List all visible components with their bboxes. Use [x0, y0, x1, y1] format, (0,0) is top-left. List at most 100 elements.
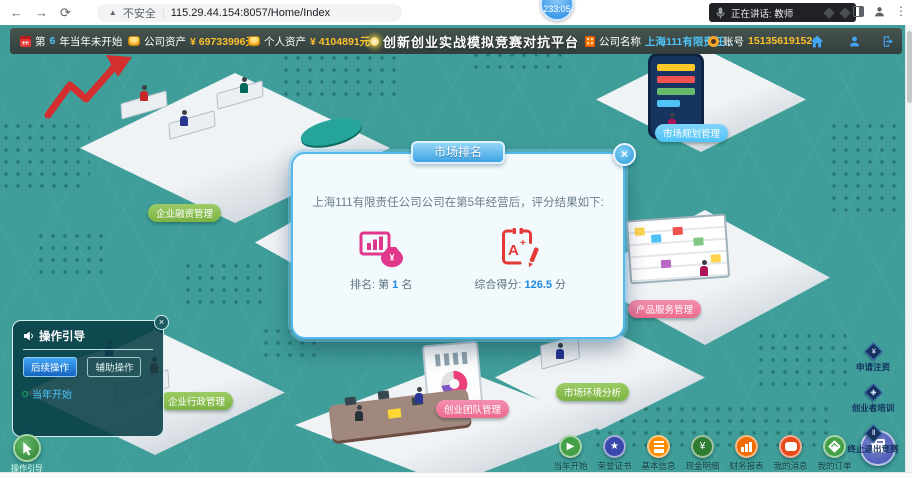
- building-icon: [585, 36, 595, 47]
- side-label: 终止退出竞赛: [847, 443, 898, 455]
- account-label: 账号: [723, 34, 744, 49]
- decor-person: [556, 343, 564, 359]
- guide-item-start-year[interactable]: 当年开始: [23, 386, 153, 401]
- dock-label: 当年开始: [553, 460, 587, 472]
- home-button[interactable]: [810, 28, 824, 54]
- decor-dots: [35, 230, 107, 276]
- not-secure-label: 不安全: [123, 5, 156, 21]
- forward-icon[interactable]: →: [35, 6, 48, 19]
- personal-asset-value: ¥ 4104891元: [310, 34, 370, 49]
- decor-person: [180, 110, 188, 126]
- tab-assist-actions[interactable]: 辅助操作: [87, 357, 141, 377]
- svg-text:¥: ¥: [390, 253, 395, 263]
- rank-chart-moneybag-icon: ¥: [358, 227, 404, 269]
- dock-label: 现金明细: [685, 460, 719, 472]
- svg-text:A: A: [508, 242, 519, 259]
- tag-icon: [823, 435, 846, 458]
- map-label-product-service[interactable]: 产品服务管理: [628, 300, 701, 318]
- map-label-financing[interactable]: 企业融资管理: [148, 204, 221, 222]
- map-label-market-analysis[interactable]: 市场环境分析: [556, 383, 629, 401]
- decor-person: [355, 405, 363, 421]
- exit-icon: ‖: [864, 424, 882, 442]
- guide-panel-title: 操作引导: [39, 328, 85, 344]
- guide-close-icon[interactable]: ×: [154, 315, 169, 330]
- cash-detail-button[interactable]: ¥ 现金明细: [684, 435, 721, 472]
- personal-asset: 个人资产 ¥ 4104891元: [248, 28, 370, 54]
- user-button[interactable]: [848, 28, 861, 54]
- dock-label: 基本信息: [641, 460, 675, 472]
- personal-asset-label: 个人资产: [264, 34, 306, 49]
- platform-title-group: 创新创业实战模拟竞赛对抗平台: [370, 28, 579, 54]
- year-number: 6: [50, 35, 56, 47]
- my-messages-button[interactable]: 我的消息: [772, 435, 809, 472]
- lightbulb-icon: [370, 37, 379, 46]
- decor-laptop: [378, 390, 390, 399]
- capital-icon: ¥: [864, 342, 882, 360]
- meeting-bar-icon[interactable]: [823, 7, 834, 18]
- decor-dots: [755, 330, 850, 390]
- vertical-scrollbar[interactable]: [905, 25, 912, 472]
- horizontal-scrollbar[interactable]: [0, 472, 912, 478]
- address-bar[interactable]: ▲ 不安全 | 115.29.44.154:8057/Home/Index: [97, 4, 402, 22]
- tab-followup-actions[interactable]: 后续操作: [23, 357, 77, 377]
- menu-dots-icon[interactable]: ⋮: [895, 4, 907, 18]
- dock-label: 我的消息: [773, 460, 807, 472]
- coins-icon: [128, 36, 140, 46]
- scrollbar-thumb[interactable]: [907, 31, 912, 103]
- side-actions: ¥ 申请注资 ✚ 创业者培训 ‖ 终止退出竞赛: [844, 345, 902, 455]
- dialog-close-button[interactable]: ×: [613, 143, 636, 166]
- basic-info-button[interactable]: 基本信息: [640, 435, 677, 472]
- report-icon: [735, 435, 758, 458]
- map-label-team[interactable]: 创业团队管理: [436, 400, 509, 418]
- map-label-market-planning[interactable]: 市场规划管理: [655, 124, 728, 142]
- home-icon: [810, 35, 824, 48]
- rank-suffix: 名: [401, 279, 412, 291]
- score-stat: A + 综合得分: 126.5 分: [474, 227, 566, 292]
- guide-fab[interactable]: 操作引导: [8, 434, 46, 474]
- reload-icon[interactable]: ⟳: [60, 6, 71, 19]
- year-suffix: 年当年未开始: [59, 34, 122, 49]
- pointer-icon: [21, 441, 34, 456]
- training-icon: ✚: [864, 383, 882, 401]
- map-label-administration[interactable]: 企业行政管理: [160, 392, 233, 410]
- tab-group-icon[interactable]: [853, 6, 864, 17]
- start-year-button[interactable]: ▶ 当年开始: [552, 435, 589, 472]
- decor-schedule-board: [626, 214, 730, 285]
- score-grade-icon: A +: [497, 227, 543, 269]
- url-text: 115.29.44.154:8057/Home/Index: [171, 7, 330, 19]
- score-suffix: 分: [555, 279, 566, 291]
- quit-competition-button[interactable]: ‖ 终止退出竞赛: [844, 427, 902, 455]
- logout-button[interactable]: [882, 28, 896, 54]
- decor-dots: [828, 120, 900, 215]
- countdown-timer-value: 233:05: [543, 4, 571, 14]
- profile-icon[interactable]: [873, 5, 886, 18]
- back-icon[interactable]: ←: [10, 6, 23, 19]
- financial-report-button[interactable]: 财务报表: [728, 435, 765, 472]
- year-prefix: 第: [35, 34, 46, 49]
- decor-person: [415, 387, 423, 403]
- app-window: ← → ⟳ ▲ 不安全 | 115.29.44.154:8057/Home/In…: [0, 0, 912, 478]
- founder-training-button[interactable]: ✚ 创业者培训: [844, 386, 902, 414]
- meeting-bar-collapse-icon[interactable]: [839, 7, 850, 18]
- rank-stat: ¥ 排名: 第 1 名: [350, 227, 412, 292]
- countdown-timer-badge: 233:05: [540, 0, 574, 21]
- guide-panel: × 操作引导 后续操作 辅助操作 当年开始: [12, 320, 164, 437]
- calendar-icon: [20, 36, 31, 47]
- side-label: 申请注资: [856, 361, 890, 373]
- honor-certificate-button[interactable]: ★ 荣誉证书: [596, 435, 633, 472]
- bullet-icon: [23, 392, 27, 396]
- score-value: 126.5: [524, 279, 552, 291]
- market-ranking-dialog: 市场排名 × 上海111有限责任公司公司在第5年经营后，评分结果如下: ¥ 排名…: [291, 152, 625, 339]
- guide-item-label: 当年开始: [32, 386, 72, 401]
- document-icon: [647, 435, 670, 458]
- dialog-title: 市场排名: [411, 141, 505, 164]
- dialog-message: 上海111有限责任公司公司在第5年经营后，评分结果如下:: [293, 194, 623, 210]
- microphone-icon: [716, 7, 725, 19]
- decor-person: [700, 260, 708, 276]
- browser-toolbar: ← → ⟳ ▲ 不安全 | 115.29.44.154:8057/Home/In…: [0, 0, 912, 25]
- guide-tabs: 后续操作 辅助操作: [23, 357, 153, 377]
- apply-capital-button[interactable]: ¥ 申请注资: [844, 345, 902, 373]
- play-icon: ▶: [559, 435, 582, 458]
- speaking-notice-text: 正在讲话: 教师: [731, 6, 817, 20]
- coins-icon: [248, 36, 260, 46]
